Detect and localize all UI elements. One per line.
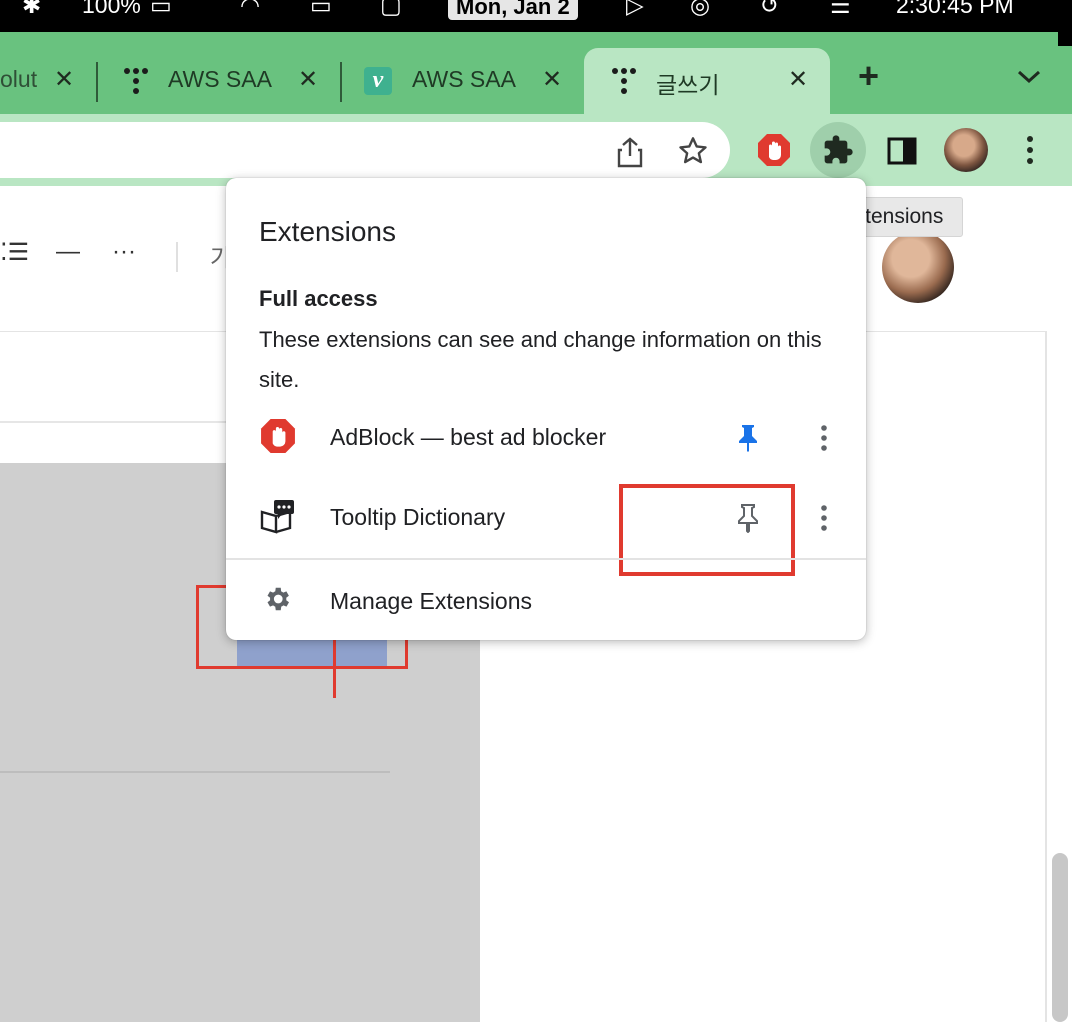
tab-close-icon[interactable]: ✕ [788,68,808,92]
tab-title: AWS SAA [412,66,516,92]
side-panel-icon[interactable] [886,136,918,166]
tab-3[interactable]: v AWS SAA ✕ [344,48,584,114]
airdrop-icon[interactable]: ◎ [690,0,710,19]
tab-4-active[interactable]: 글쓰기 ✕ [584,48,830,114]
extensions-popup: Extensions Full access These extensions … [226,178,866,640]
share-icon[interactable] [614,134,646,170]
divider-format-button[interactable]: — [56,238,80,266]
tab-close-icon[interactable]: ✕ [54,68,74,92]
profile-avatar[interactable] [944,128,988,172]
book-chat-icon [260,498,296,534]
v-logo-icon: v [364,67,392,95]
display-icon[interactable]: ▭ [310,0,332,19]
extension-name: Tooltip Dictionary [330,504,506,530]
full-access-description: These extensions can see and change info… [259,327,822,392]
popup-divider [226,558,866,560]
wifi-icon[interactable]: ◠ [240,0,260,19]
extension-more-icon[interactable] [810,418,838,458]
battery-icon[interactable]: ▭ [150,0,172,19]
browser-menu-icon[interactable] [1018,132,1042,168]
tab-separator [340,62,342,102]
tab-close-icon[interactable]: ✕ [542,68,562,92]
more-format-button[interactable]: ··· [112,238,136,266]
list-format-button[interactable]: ⁚☰ [0,238,29,267]
full-access-heading: Full access [259,286,378,311]
battery-percent: 100% [82,0,141,18]
adblock-hand-icon [260,418,296,454]
browser-toolbar [0,114,1072,186]
gear-icon [262,584,292,614]
popup-title: Extensions [259,216,396,247]
manage-extensions-label: Manage Extensions [330,588,533,614]
time-machine-icon[interactable]: ↺ [760,0,779,19]
tab-strip: olut ✕ AWS SAA ✕ v AWS SAA ✕ 글쓰기 ✕ + [0,32,1072,114]
dots-logo-icon [612,68,636,98]
window-icon[interactable]: ▢ [380,0,402,19]
bluetooth-icon[interactable]: ✱ [22,0,41,19]
extensions-puzzle-icon[interactable] [810,122,866,178]
extension-row-adblock[interactable]: AdBlock — best ad blocker [226,402,866,474]
control-center-icon[interactable]: ☰ [830,0,851,19]
tab-separator [96,62,98,102]
page-user-avatar[interactable] [882,231,954,303]
extension-more-icon[interactable] [810,498,838,538]
play-icon[interactable]: ▷ [626,0,644,19]
macos-menu-bar: ✱ 100% ▭ ◠ ▭ ▢ Mon, Jan 2 ▷ ◎ ↺ ☰ 2:30:4… [0,0,1072,32]
right-panel-border [1045,331,1047,1022]
extension-name: AdBlock — best ad blocker [330,424,607,450]
menubar-date[interactable]: Mon, Jan 2 [448,0,578,20]
page-scrollbar[interactable] [1052,853,1068,1022]
gray-divider-line [0,771,390,773]
tab-2[interactable]: AWS SAA ✕ [100,48,340,114]
annotation-red-box-pin [619,484,795,576]
tab-1[interactable]: olut ✕ [0,48,96,114]
tab-title: AWS SAA [168,66,272,92]
menubar-clock[interactable]: 2:30:45 PM [896,0,1014,19]
dots-logo-icon [124,68,148,98]
toolbar-divider [176,242,178,272]
tab-title: olut [0,66,38,92]
tab-title: 글쓰기 [656,72,720,98]
new-tab-button[interactable]: + [858,58,879,94]
tab-search-chevron-icon[interactable] [1016,68,1042,91]
manage-extensions-button[interactable]: Manage Extensions [226,564,866,634]
adblock-toolbar-icon[interactable] [756,132,792,168]
tab-close-icon[interactable]: ✕ [298,68,318,92]
bookmark-star-icon[interactable] [676,134,710,168]
pinned-icon[interactable] [730,418,766,458]
